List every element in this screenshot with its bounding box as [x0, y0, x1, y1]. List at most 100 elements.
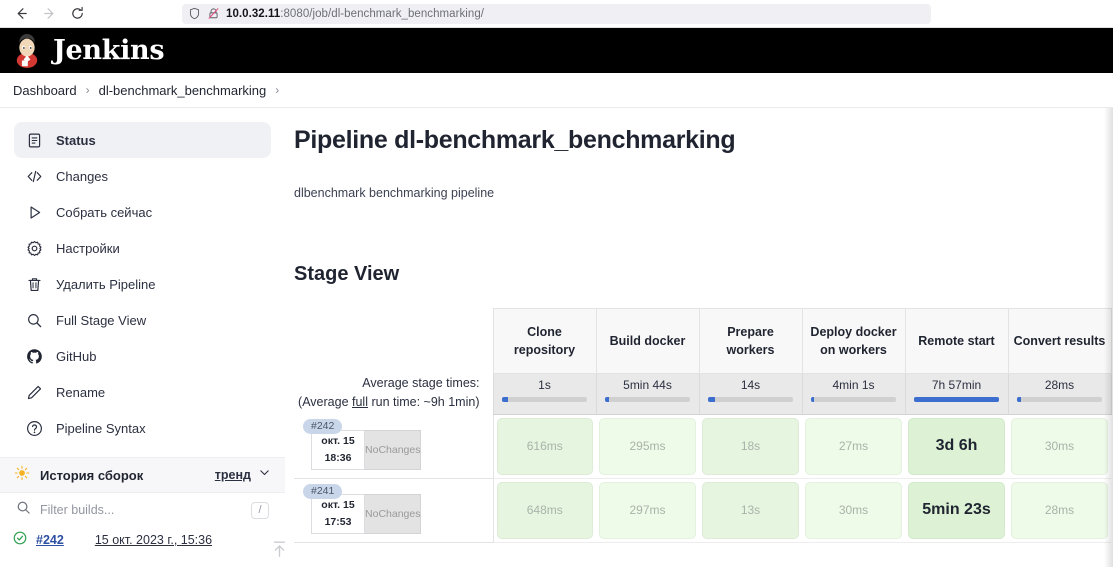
stage-duration-cell[interactable]: 5min 23s — [905, 478, 1008, 543]
pencil-icon — [26, 384, 43, 401]
average-times-row: Average stage times: (Average full run t… — [294, 373, 1112, 415]
stage-duration-value: 297ms — [599, 481, 696, 539]
average-time-cell: 5min 44s — [595, 373, 699, 415]
sidebar-item-label: Pipeline Syntax — [56, 420, 146, 436]
build-number-link[interactable]: #242 — [36, 533, 64, 547]
forward-button[interactable] — [36, 3, 62, 25]
filter-builds-input[interactable]: Filter builds... — [40, 503, 242, 517]
stage-duration-cell[interactable]: 30ms — [1008, 414, 1111, 479]
sidebar: Status Changes Собрать сейчас Настройки Удал… — [0, 108, 285, 567]
stage-duration-value: 648ms — [496, 481, 593, 539]
average-time-value: 14s — [740, 378, 761, 392]
avg-pre: (Average — [298, 394, 352, 409]
average-time-value: 1s — [538, 378, 551, 392]
jenkins-title: Jenkins — [53, 35, 165, 66]
no-changes-label[interactable]: No Changes — [365, 494, 422, 535]
build-summary-box: окт. 15 18:36 No Changes — [311, 430, 429, 470]
build-time: 18:36 — [324, 452, 352, 464]
stage-duration-value: 18s — [702, 417, 799, 475]
build-info-cell[interactable]: #242 окт. 15 18:36 No Changes — [294, 414, 494, 479]
breadcrumb-separator-2: › — [275, 83, 280, 97]
back-button[interactable] — [8, 3, 34, 25]
sidebar-item-label: Удалить Pipeline — [56, 276, 156, 292]
breadcrumb-item-dashboard[interactable]: Dashboard — [13, 83, 77, 98]
average-time-value: 7h 57min — [931, 378, 982, 392]
sidebar-item-pipeline-syntax[interactable]: Pipeline Syntax — [14, 410, 271, 446]
average-time-bar — [604, 397, 691, 402]
url-text: 10.0.32.11:8080/job/dl-benchmark_benchma… — [226, 8, 484, 20]
average-time-bar — [707, 397, 794, 402]
stage-duration-cell[interactable]: 30ms — [802, 478, 905, 543]
stage-duration-value: 5min 23s — [908, 481, 1005, 539]
build-time: 17:53 — [324, 516, 352, 529]
build-info-cell[interactable]: #241 окт. 15 17:53 No Changes — [294, 478, 494, 543]
stage-header-convert-results[interactable]: Convert results — [1007, 308, 1112, 374]
question-circle-icon — [26, 420, 43, 437]
search-icon — [16, 500, 31, 520]
average-time-bar-fill — [707, 397, 716, 402]
build-number-badge[interactable]: #241 — [303, 483, 343, 499]
stage-duration-cell[interactable]: 27ms — [802, 414, 905, 479]
lock-crossed-icon[interactable] — [207, 7, 220, 20]
average-time-value: 4min 1s — [832, 378, 875, 392]
reload-button[interactable] — [64, 3, 90, 25]
full-link[interactable]: full — [352, 395, 368, 409]
shield-icon[interactable] — [188, 7, 201, 20]
url-path: :8080/job/dl-benchmark_benchmarking/ — [280, 7, 485, 20]
stage-duration-cell[interactable]: 616ms — [493, 414, 596, 479]
build-day: окт. 15 — [321, 434, 355, 447]
stage-duration-cell[interactable]: 648ms — [493, 478, 596, 543]
stage-header-remote-start[interactable]: Remote start — [904, 308, 1008, 374]
sidebar-item-label: GitHub — [56, 348, 97, 364]
gear-icon — [26, 240, 43, 257]
stage-duration-cell[interactable]: 18s — [699, 414, 802, 479]
stage-header-deploy-docker-on-workers[interactable]: Deploy docker on workers — [801, 308, 905, 374]
stage-build-row: #241 окт. 15 17:53 No Changes 648ms 297ms 13s 30… — [294, 478, 1111, 543]
stage-duration-cell[interactable]: 295ms — [596, 414, 699, 479]
jenkins-butler-logo[interactable] — [10, 33, 44, 68]
build-date-link[interactable]: 15 окт. 2023 г., 15:36 — [95, 533, 212, 547]
sidebar-item-status[interactable]: Status — [14, 122, 271, 158]
average-time-bar — [913, 397, 1000, 402]
breadcrumb-item-job[interactable]: dl-benchmark_benchmarking — [99, 83, 267, 98]
stage-duration-cell[interactable]: 3d 6h — [905, 414, 1008, 479]
build-history-trend-toggle[interactable]: тренд — [215, 466, 271, 484]
sidebar-item-rename[interactable]: Rename — [14, 374, 271, 410]
build-number-badge[interactable]: #242 — [303, 419, 343, 435]
build-datetime[interactable]: окт. 15 18:36 — [311, 430, 365, 470]
build-datetime[interactable]: окт. 15 17:53 — [311, 494, 365, 535]
page-title: Pipeline dl-benchmark_benchmarking — [294, 126, 736, 154]
average-time-cell: 14s — [698, 373, 802, 415]
sidebar-item-[interactable]: Собрать сейчас — [14, 194, 271, 230]
stage-duration-value: 30ms — [805, 481, 902, 539]
sidebar-item-changes[interactable]: Changes — [14, 158, 271, 194]
stage-header-build-docker[interactable]: Build docker — [595, 308, 699, 374]
sidebar-item-label: Собрать сейчас — [56, 204, 153, 220]
stage-header-prepare-workers[interactable]: Prepare workers — [698, 308, 802, 374]
address-bar[interactable]: 10.0.32.11:8080/job/dl-benchmark_benchma… — [182, 3, 931, 24]
browser-nav-buttons — [0, 3, 90, 25]
build-history-title: История сборок — [40, 467, 144, 483]
stage-duration-cell[interactable]: 297ms — [596, 478, 699, 543]
reload-icon — [71, 6, 83, 19]
github-icon — [26, 348, 43, 365]
sidebar-item-pipeline[interactable]: Удалить Pipeline — [14, 266, 271, 302]
stage-view-table: Clone repository Build docker Prepare work… — [294, 308, 1112, 543]
stage-duration-cell[interactable]: 28ms — [1008, 478, 1111, 543]
average-time-bar-fill — [810, 397, 815, 402]
sidebar-item-full-stage-view[interactable]: Full Stage View — [14, 302, 271, 338]
stage-duration-cell[interactable]: 13s — [699, 478, 802, 543]
search-icon — [26, 312, 43, 329]
code-icon — [26, 168, 43, 185]
no-changes-label[interactable]: No Changes — [365, 430, 422, 470]
build-history-item[interactable]: #242 15 окт. 2023 г., 15:36 — [0, 527, 285, 552]
sidebar-item-github[interactable]: GitHub — [14, 338, 271, 374]
average-time-cell: 1s — [492, 373, 596, 415]
stage-header-clone-repository[interactable]: Clone repository — [492, 308, 596, 374]
sidebar-item-label: Status — [56, 132, 96, 148]
stage-duration-value: 295ms — [599, 417, 696, 475]
jenkins-header: Jenkins — [0, 28, 1113, 73]
build-filter-row[interactable]: Filter builds... / — [0, 493, 285, 527]
sidebar-item-[interactable]: Настройки — [14, 230, 271, 266]
average-time-bar-fill — [913, 397, 1000, 402]
